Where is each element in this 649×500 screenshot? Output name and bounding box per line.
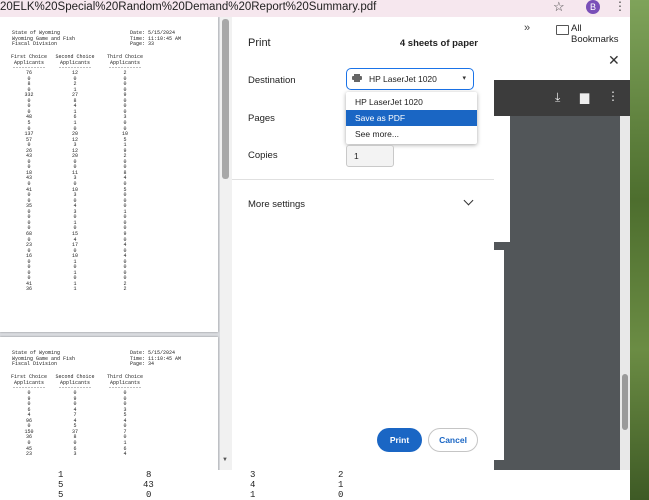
preview-cell: 23 xyxy=(25,451,32,458)
copies-label: Copies xyxy=(248,150,278,161)
profile-avatar[interactable]: B xyxy=(586,0,600,14)
preview-page: State of Wyoming Wyoming Game and Fish F… xyxy=(0,337,218,470)
background-document: 1 8 3 2 5 43 4 1 5 0 1 0 xyxy=(0,470,630,500)
copies-value: 1 xyxy=(354,151,359,161)
dropdown-option-save-as-pdf[interactable]: Save as PDF xyxy=(346,110,477,126)
preview-cell: 36 xyxy=(25,286,32,293)
table-row: 5 43 4 1 xyxy=(58,480,344,490)
preview-cell: 3 xyxy=(73,451,77,458)
dialog-title: Print xyxy=(248,37,271,49)
dropdown-option-hp-laserjet[interactable]: HP LaserJet 1020 xyxy=(346,94,477,110)
pdf-page-edge xyxy=(494,250,504,460)
destination-select[interactable]: HP LaserJet 1020 ▾ xyxy=(346,68,474,90)
url-text[interactable]: 20ELK%20Special%20Random%20Demand%20Repo… xyxy=(0,0,376,14)
preview-cell: 1 xyxy=(73,286,77,293)
preview-scrollbar[interactable]: ▼ xyxy=(220,17,232,470)
pdf-viewer-header: ✕ xyxy=(494,44,630,80)
destination-label: Destination xyxy=(248,75,296,86)
copies-input[interactable]: 1 xyxy=(346,145,394,167)
preview-header-right: Date: 5/15/2024 Time: 11:10:45 AM Page: … xyxy=(130,350,182,368)
all-bookmarks-link[interactable]: All Bookmarks xyxy=(571,23,630,45)
destination-value: HP LaserJet 1020 xyxy=(369,74,437,84)
scroll-down-arrow-icon[interactable]: ▼ xyxy=(222,457,228,463)
dropdown-arrow-icon: ▾ xyxy=(462,75,466,82)
table-row: 1 8 3 2 xyxy=(58,470,344,480)
folder-icon xyxy=(556,25,569,35)
pdf-menu-icon[interactable]: ⋮ xyxy=(607,89,619,103)
preview-scrollbar-thumb[interactable] xyxy=(222,19,229,179)
more-bookmarks-chevron-icon[interactable]: » xyxy=(524,22,530,34)
browser-menu-icon[interactable]: ⋮ xyxy=(614,0,626,13)
preview-page: State of Wyoming Wyoming Game and Fish F… xyxy=(0,17,218,332)
preview-cell: 4 xyxy=(123,451,127,458)
destination-dropdown: HP LaserJet 1020 Save as PDF See more... xyxy=(346,92,477,144)
dropdown-option-see-more[interactable]: See more... xyxy=(346,126,477,142)
print-dialog: Print 4 sheets of paper Destination HP L… xyxy=(232,17,494,470)
preview-header-right: Date: 5/15/2024 Time: 11:10:45 AM Page: … xyxy=(130,30,182,48)
more-settings-toggle[interactable]: More settings xyxy=(248,199,305,210)
desktop-wallpaper xyxy=(630,0,649,500)
printer-icon xyxy=(352,74,362,82)
preview-header-left: State of Wyoming Wyoming Game and Fish F… xyxy=(12,30,76,48)
browser-tab-bar: 20ELK%20Special%20Random%20Demand%20Repo… xyxy=(0,0,630,17)
pdf-toolbar: ⤓ ▆ ⋮ xyxy=(494,80,630,116)
table-row: 5 0 1 0 xyxy=(58,490,344,500)
pdf-viewer-canvas xyxy=(494,116,630,488)
sheet-count: 4 sheets of paper xyxy=(399,38,478,49)
cancel-button[interactable]: Cancel xyxy=(428,428,478,452)
download-icon[interactable]: ⤓ xyxy=(555,90,560,105)
pdf-scrollbar[interactable] xyxy=(620,116,630,488)
bookmark-star-icon[interactable]: ☆ xyxy=(553,0,565,15)
close-icon[interactable]: ✕ xyxy=(608,52,620,69)
print-preview-pane: State of Wyoming Wyoming Game and Fish F… xyxy=(0,17,232,470)
print-button[interactable]: Print xyxy=(377,428,422,452)
preview-header-left: State of Wyoming Wyoming Game and Fish F… xyxy=(12,350,76,368)
pdf-scrollbar-thumb[interactable] xyxy=(622,374,628,430)
divider xyxy=(232,179,494,180)
chevron-down-icon[interactable] xyxy=(463,195,474,206)
preview-cell: 2 xyxy=(123,286,127,293)
print-icon[interactable]: ▆ xyxy=(580,90,589,104)
pages-label: Pages xyxy=(248,113,275,124)
pdf-page-edge xyxy=(494,116,510,242)
